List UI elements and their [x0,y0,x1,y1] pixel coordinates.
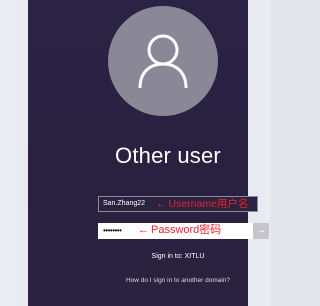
sign-in-domain-label: Sign in to: XITLU [151,253,205,260]
arrow-left-icon: ← [156,198,167,210]
user-silhouette-icon [138,34,188,89]
user-display-name: Other user [115,143,221,168]
submit-button[interactable]: → [253,223,269,239]
username-annotation: ← Username用户名 [156,198,248,210]
user-avatar [108,6,218,116]
username-value: San.Zhang22 [103,200,146,207]
login-panel: Other user San.Zhang22 ← Username用户名 ••••… [28,0,269,306]
password-mask: •••••••• [103,226,122,235]
arrow-left-icon: ← [138,224,149,236]
arrow-right-icon: → [255,224,267,236]
password-annotation-text: Password密码 [151,224,222,236]
password-annotation: ← Password密码 [138,224,221,236]
username-annotation-text: Username用户名 [168,198,249,210]
other-domain-link[interactable]: How do I sign in to another domain? [98,277,258,284]
